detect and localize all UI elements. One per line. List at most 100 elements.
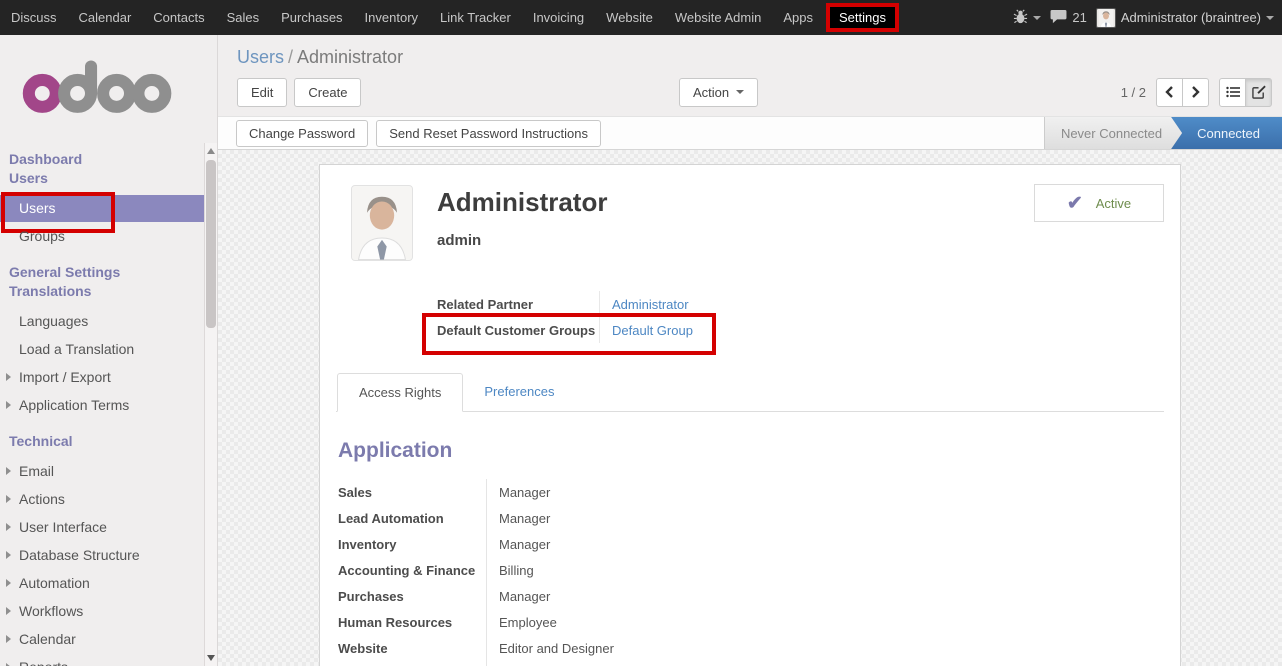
app-row-sales: SalesManager	[338, 479, 1164, 505]
app-row-purchases: PurchasesManager	[338, 583, 1164, 609]
nav-item-calendar[interactable]: Calendar	[68, 0, 143, 35]
sidebar-item-label: Load a Translation	[19, 341, 134, 357]
app-row-value: Manager	[486, 583, 746, 609]
chevron-down-icon	[1033, 16, 1041, 20]
nav-item-inventory[interactable]: Inventory	[354, 0, 429, 35]
sidebar-item-groups[interactable]: Groups	[0, 223, 217, 250]
send-reset-password-button[interactable]: Send Reset Password Instructions	[376, 120, 601, 147]
app-row-label: Human Resources	[338, 609, 486, 635]
nav-item-website-admin[interactable]: Website Admin	[664, 0, 772, 35]
form-view-button[interactable]	[1245, 78, 1272, 107]
action-button-label: Action	[693, 85, 729, 100]
sidebar-header-dashboard: Dashboard	[0, 150, 217, 169]
messages-icon	[1050, 9, 1067, 27]
pager: 1 / 2	[1121, 78, 1272, 107]
active-toggle[interactable]: ✔ Active	[1034, 184, 1164, 222]
chevron-right-icon	[6, 373, 11, 381]
scroll-up-icon[interactable]	[207, 148, 215, 154]
chevron-right-icon	[6, 401, 11, 409]
sidebar-item-reports[interactable]: Reports	[0, 654, 217, 666]
sidebar-item-label: Translations	[9, 283, 91, 299]
nav-item-settings[interactable]: Settings	[826, 3, 899, 32]
pager-prev-button[interactable]	[1156, 78, 1183, 107]
form-background: Administrator admin ✔ Active Related Par…	[218, 150, 1282, 666]
tab-preferences[interactable]: Preferences	[463, 373, 575, 412]
sidebar-item-database-structure[interactable]: Database Structure	[0, 542, 217, 569]
topnav-menu: DiscussCalendarContactsSalesPurchasesInv…	[0, 0, 901, 35]
form-sheet: Administrator admin ✔ Active Related Par…	[319, 164, 1181, 666]
scroll-down-icon[interactable]	[207, 655, 215, 661]
sidebar-item-application-terms[interactable]: Application Terms	[0, 392, 217, 419]
chevron-right-icon	[6, 607, 11, 615]
control-panel: Edit Create Action 1 / 2	[218, 68, 1282, 116]
sidebar-item-load-a-translation[interactable]: Load a Translation	[0, 336, 217, 363]
sidebar-item-actions[interactable]: Actions	[0, 486, 217, 513]
sidebar-item-email[interactable]: Email	[0, 458, 217, 485]
change-password-button[interactable]: Change Password	[236, 120, 368, 147]
nav-item-invoicing[interactable]: Invoicing	[522, 0, 595, 35]
user-avatar	[1096, 8, 1116, 28]
sidebar-item-users[interactable]: Users	[0, 195, 205, 222]
sidebar-item-label: Email	[19, 463, 54, 479]
app-table: SalesManagerLead AutomationManagerInvent…	[338, 479, 1164, 666]
chevron-right-icon	[6, 523, 11, 531]
field-value-link-administrator[interactable]: Administrator	[612, 297, 689, 312]
sidebar-item-label: Calendar	[19, 631, 76, 647]
sidebar-item-user-interface[interactable]: User Interface	[0, 514, 217, 541]
action-button[interactable]: Action	[679, 78, 758, 107]
nav-item-contacts[interactable]: Contacts	[142, 0, 215, 35]
sidebar-item-workflows[interactable]: Workflows	[0, 598, 217, 625]
sidebar: DashboardUsersUsersGroupsGeneral Setting…	[0, 35, 218, 666]
field-label: Related Partner	[437, 291, 599, 317]
status-state-never-connected[interactable]: Never Connected	[1044, 117, 1182, 149]
list-view-button[interactable]	[1219, 78, 1246, 107]
tab-access-rights[interactable]: Access Rights	[337, 373, 463, 412]
sidebar-item-languages[interactable]: Languages	[0, 308, 217, 335]
sidebar-scrollbar[interactable]	[204, 143, 217, 666]
app-row-label: Administration	[338, 661, 486, 666]
record-login: admin	[437, 232, 607, 249]
sidebar-item-label: Dashboard	[9, 151, 82, 167]
field-row-related-partner: Related Partner Administrator	[437, 291, 1164, 317]
app-row-label: Purchases	[338, 583, 486, 609]
record-title: Administrator	[437, 187, 607, 217]
chevron-right-icon	[6, 551, 11, 559]
nav-item-link-tracker[interactable]: Link Tracker	[429, 0, 522, 35]
main-layout: Dashboard Users Users Groups General Setting…	[0, 35, 1282, 666]
app-row-label: Website	[338, 635, 486, 661]
topnav-right: 21 Administrator (braintree)	[1013, 8, 1282, 28]
messages-button[interactable]: 21	[1050, 9, 1086, 27]
statusbar-states: Never ConnectedConnected	[1044, 117, 1282, 149]
field-value: Administrator	[599, 291, 819, 317]
pager-next-button[interactable]	[1182, 78, 1209, 107]
chevron-down-icon	[736, 90, 744, 94]
sidebar-item-label: Database Structure	[19, 547, 140, 563]
create-button[interactable]: Create	[294, 78, 361, 107]
sidebar-item-import-export[interactable]: Import / Export	[0, 364, 217, 391]
nav-item-sales[interactable]: Sales	[216, 0, 271, 35]
sidebar-item-label: Actions	[19, 491, 65, 507]
sidebar-item-automation[interactable]: Automation	[0, 570, 217, 597]
edit-button[interactable]: Edit	[237, 78, 287, 107]
nav-item-website[interactable]: Website	[595, 0, 664, 35]
sidebar-item-label: Users	[19, 200, 56, 216]
sidebar-item-label: Languages	[19, 313, 88, 329]
top-navbar: DiscussCalendarContactsSalesPurchasesInv…	[0, 0, 1282, 35]
app-row-label: Accounting & Finance	[338, 557, 486, 583]
app-row-website: WebsiteEditor and Designer	[338, 635, 1164, 661]
user-menu[interactable]: Administrator (braintree)	[1096, 8, 1274, 28]
app-row-value: Settings	[486, 661, 746, 666]
nav-item-purchases[interactable]: Purchases	[270, 0, 353, 35]
breadcrumb-link-users[interactable]: Users	[237, 47, 284, 67]
odoo-logo	[0, 35, 217, 135]
field-value-link-default-group[interactable]: Default Group	[612, 323, 693, 338]
sidebar-item-calendar[interactable]: Calendar	[0, 626, 217, 653]
debug-menu[interactable]	[1013, 9, 1041, 27]
sidebar-item-label: General Settings	[9, 264, 120, 280]
nav-item-discuss[interactable]: Discuss	[0, 0, 68, 35]
sheet-header: Administrator admin ✔ Active	[336, 185, 1164, 261]
scrollbar-thumb[interactable]	[206, 160, 216, 328]
status-state-connected[interactable]: Connected	[1171, 117, 1282, 149]
nav-item-apps[interactable]: Apps	[772, 0, 824, 35]
list-icon	[1226, 86, 1240, 98]
